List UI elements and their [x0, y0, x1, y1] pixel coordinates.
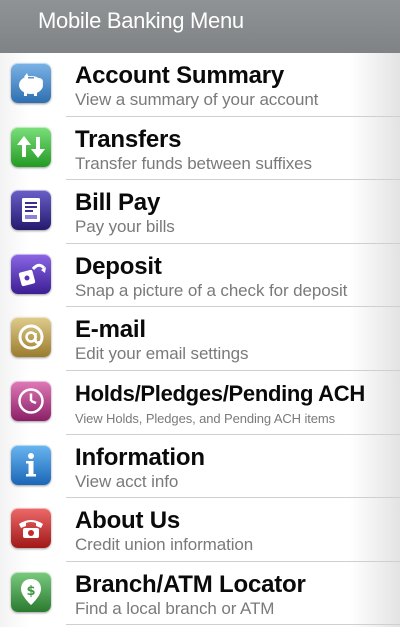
menu-item-bill-pay[interactable]: Bill Pay Pay your bills [0, 180, 400, 244]
telephone-icon [11, 508, 51, 549]
info-icon [11, 444, 51, 485]
menu-item-account-summary[interactable]: Account Summary View a summary of your a… [0, 53, 400, 117]
menu-item-title: E-mail [75, 316, 146, 344]
menu-item-subtitle: Edit your email settings [75, 344, 249, 364]
header-bar: Mobile Banking Menu [0, 0, 400, 53]
menu-item-deposit[interactable]: Deposit Snap a picture of a check for de… [0, 244, 400, 308]
menu-item-title: Branch/ATM Locator [75, 570, 306, 598]
bill-icon [11, 190, 51, 231]
location-dollar-icon: $ [11, 571, 51, 612]
menu-item-subtitle: View acct info [75, 471, 179, 491]
at-sign-icon [11, 317, 51, 358]
menu-item-title: Transfers [75, 125, 182, 153]
deposit-icon [11, 253, 51, 294]
menu-item-title: Holds/Pledges/Pending ACH [75, 380, 365, 406]
menu-item-title: Information [75, 443, 205, 471]
menu-item-transfers[interactable]: Transfers Transfer funds between suffixe… [0, 117, 400, 181]
menu-item-title: About Us [75, 507, 181, 535]
page-title: Mobile Banking Menu [38, 8, 244, 33]
menu-item-subtitle: Snap a picture of a check for deposit [75, 280, 348, 300]
menu-item-subtitle: Transfer funds between suffixes [75, 153, 312, 173]
menu-item-subtitle: Credit union information [75, 535, 254, 555]
menu-item-holds-pledges[interactable]: Holds/Pledges/Pending ACH View Holds, Pl… [0, 371, 400, 435]
piggy-bank-icon [11, 63, 51, 103]
clock-icon [11, 380, 51, 421]
menu-item-title: Deposit [75, 252, 162, 280]
menu-item-subtitle: Find a local branch or ATM [75, 598, 275, 618]
menu-item-subtitle: View a summary of your account [75, 90, 319, 109]
transfer-arrows-icon [11, 126, 51, 167]
menu-item-subtitle: Pay your bills [75, 217, 175, 237]
svg-text:$: $ [26, 584, 35, 599]
menu-item-branch-atm-locator[interactable]: $ Branch/ATM Locator Find a local branch… [0, 562, 400, 626]
menu-list: Account Summary View a summary of your a… [0, 53, 400, 625]
menu-item-about-us[interactable]: About Us Credit union information [0, 498, 400, 562]
menu-item-title: Bill Pay [75, 189, 161, 217]
menu-item-email[interactable]: E-mail Edit your email settings [0, 307, 400, 371]
menu-item-information[interactable]: Information View acct info [0, 435, 400, 499]
menu-item-title: Account Summary [75, 62, 285, 89]
menu-item-subtitle: View Holds, Pledges, and Pending ACH ite… [75, 410, 336, 426]
